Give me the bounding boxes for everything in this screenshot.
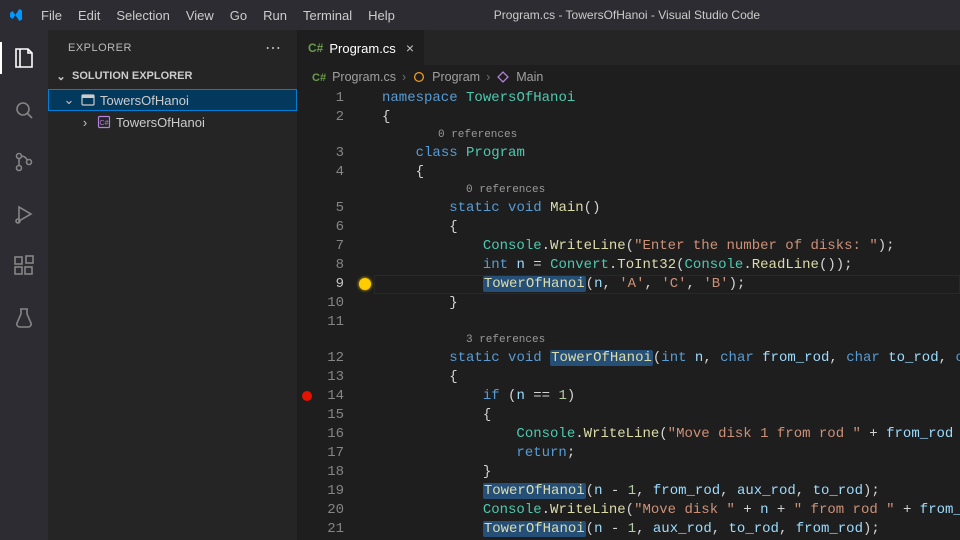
code-line[interactable]: if (n == 1) xyxy=(374,387,960,406)
vscode-logo-icon xyxy=(8,7,24,23)
codelens[interactable]: 0 references xyxy=(374,127,960,144)
code-line[interactable]: { xyxy=(374,368,960,387)
code-line[interactable]: namespace TowersOfHanoi xyxy=(374,89,960,108)
line-number[interactable]: 18 xyxy=(316,463,344,482)
line-number[interactable]: 5 xyxy=(316,199,344,218)
title-bar: FileEditSelectionViewGoRunTerminalHelp P… xyxy=(0,0,960,30)
line-number[interactable]: 14 xyxy=(316,387,344,406)
breakpoint-icon[interactable] xyxy=(302,391,312,401)
tree-label: TowersOfHanoi xyxy=(116,115,205,130)
breadcrumb-item[interactable]: Main xyxy=(516,70,543,84)
sidebar: EXPLORER ⋯ ⌄ SOLUTION EXPLORER ⌄ TowersO… xyxy=(48,30,298,540)
csharp-file-icon: C# xyxy=(308,41,323,55)
code-line[interactable]: static void TowerOfHanoi(int n, char fro… xyxy=(374,349,960,368)
code-line[interactable]: Console.WriteLine("Move disk 1 from rod … xyxy=(374,425,960,444)
menu-item-file[interactable]: File xyxy=(34,4,69,27)
line-number[interactable]: 20 xyxy=(316,501,344,520)
line-number[interactable]: 17 xyxy=(316,444,344,463)
code-line[interactable]: { xyxy=(374,108,960,127)
codelens[interactable]: 3 references xyxy=(374,332,960,349)
csproj-icon: C# xyxy=(96,114,112,130)
line-number[interactable]: 10 xyxy=(316,294,344,313)
menu-item-selection[interactable]: Selection xyxy=(109,4,176,27)
svg-text:C#: C# xyxy=(100,120,109,127)
menu-bar: FileEditSelectionViewGoRunTerminalHelp xyxy=(34,4,402,27)
breadcrumb-item[interactable]: Program xyxy=(432,70,480,84)
line-number[interactable]: 9 xyxy=(316,275,344,294)
code-line[interactable]: static void Main() xyxy=(374,199,960,218)
code-line[interactable]: { xyxy=(374,406,960,425)
sidebar-section-label: SOLUTION EXPLORER xyxy=(72,70,192,82)
editor-group: C# Program.cs × C#Program.cs›Program›Mai… xyxy=(298,30,960,540)
code-line[interactable]: class Program xyxy=(374,144,960,163)
code-line[interactable]: int n = Convert.ToInt32(Console.ReadLine… xyxy=(374,256,960,275)
line-number[interactable]: 21 xyxy=(316,520,344,539)
line-number[interactable]: 4 xyxy=(316,163,344,182)
activity-explorer[interactable] xyxy=(0,38,48,78)
lightbulb-icon[interactable] xyxy=(359,278,371,290)
activity-extensions[interactable] xyxy=(0,246,48,286)
class-icon xyxy=(412,70,426,84)
code-line[interactable] xyxy=(374,313,960,332)
chevron-right-icon: › xyxy=(78,115,92,130)
line-number[interactable]: 6 xyxy=(316,218,344,237)
tab-label: Program.cs xyxy=(329,41,395,56)
menu-item-terminal[interactable]: Terminal xyxy=(296,4,359,27)
line-number[interactable]: 7 xyxy=(316,237,344,256)
menu-item-view[interactable]: View xyxy=(179,4,221,27)
menu-item-help[interactable]: Help xyxy=(361,4,402,27)
activity-run-debug[interactable] xyxy=(0,194,48,234)
activity-source-control[interactable] xyxy=(0,142,48,182)
line-number[interactable]: 13 xyxy=(316,368,344,387)
breadcrumbs[interactable]: C# Program.cs › Program › Main xyxy=(298,65,960,89)
line-number[interactable]: 8 xyxy=(316,256,344,275)
tree-row-solution[interactable]: ⌄ TowersOfHanoi xyxy=(48,89,297,111)
code-line[interactable]: TowerOfHanoi(n - 1, aux_rod, to_rod, fro… xyxy=(374,520,960,539)
line-number[interactable]: 11 xyxy=(316,313,344,332)
code-line[interactable]: { xyxy=(374,163,960,182)
sidebar-header: EXPLORER ⋯ xyxy=(48,30,297,65)
code-line[interactable]: { xyxy=(374,218,960,237)
code-editor[interactable]: 123456789101112131415161718192021namespa… xyxy=(298,89,960,540)
method-icon xyxy=(496,70,510,84)
code-line[interactable]: Console.WriteLine("Move disk " + n + " f… xyxy=(374,501,960,520)
menu-item-go[interactable]: Go xyxy=(223,4,254,27)
close-icon[interactable]: × xyxy=(406,40,414,56)
line-number[interactable]: 15 xyxy=(316,406,344,425)
menu-item-edit[interactable]: Edit xyxy=(71,4,107,27)
activity-search[interactable] xyxy=(0,90,48,130)
code-line[interactable]: TowerOfHanoi(n, 'A', 'C', 'B'); xyxy=(374,275,960,294)
editor-tabs: C# Program.cs × xyxy=(298,30,960,65)
activity-testing[interactable] xyxy=(0,298,48,338)
code-line[interactable]: Console.WriteLine("Enter the number of d… xyxy=(374,237,960,256)
sidebar-more-icon[interactable]: ⋯ xyxy=(265,38,283,58)
line-number[interactable]: 3 xyxy=(316,144,344,163)
solution-icon xyxy=(80,92,96,108)
line-number[interactable]: 2 xyxy=(316,108,344,127)
tree-row-project[interactable]: › C# TowersOfHanoi xyxy=(48,111,297,133)
tree-label: TowersOfHanoi xyxy=(100,93,189,108)
activity-bar xyxy=(0,30,48,540)
chevron-down-icon: ⌄ xyxy=(62,92,76,108)
menu-item-run[interactable]: Run xyxy=(256,4,294,27)
code-line[interactable]: } xyxy=(374,294,960,313)
solution-tree: ⌄ TowersOfHanoi › C# TowersOfHanoi xyxy=(48,87,297,135)
line-number[interactable]: 12 xyxy=(316,349,344,368)
sidebar-section-header[interactable]: ⌄ SOLUTION EXPLORER xyxy=(48,65,297,87)
tab-program-cs[interactable]: C# Program.cs × xyxy=(298,30,425,65)
chevron-down-icon: ⌄ xyxy=(54,70,68,83)
cs-icon: C# xyxy=(312,70,326,84)
chevron-right-icon: › xyxy=(486,70,490,84)
line-number[interactable]: 1 xyxy=(316,89,344,108)
line-number[interactable]: 19 xyxy=(316,482,344,501)
code-line[interactable]: return; xyxy=(374,444,960,463)
code-line[interactable]: } xyxy=(374,463,960,482)
chevron-right-icon: › xyxy=(402,70,406,84)
line-number[interactable]: 16 xyxy=(316,425,344,444)
code-line[interactable]: TowerOfHanoi(n - 1, from_rod, aux_rod, t… xyxy=(374,482,960,501)
window-title: Program.cs - TowersOfHanoi - Visual Stud… xyxy=(402,8,852,22)
sidebar-title: EXPLORER xyxy=(68,42,132,54)
codelens[interactable]: 0 references xyxy=(374,182,960,199)
breadcrumb-item[interactable]: Program.cs xyxy=(332,70,396,84)
